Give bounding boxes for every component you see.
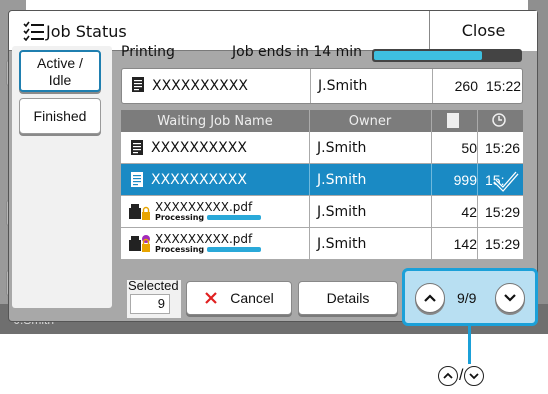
job-name-cell: XXXXXXXXX.pdf Processing xyxy=(155,228,315,259)
button-legend: / xyxy=(438,366,485,386)
printing-job-name: XXXXXXXXXX xyxy=(152,78,248,94)
job-name: XXXXXXXXXX xyxy=(151,171,247,188)
chevron-down-icon xyxy=(464,366,485,386)
column-divider xyxy=(431,132,432,163)
column-divider xyxy=(310,69,311,103)
job-owner: J.Smith xyxy=(317,171,367,188)
job-name: XXXXXXXXX.pdf xyxy=(155,200,253,214)
tab-panel: Active / Idle Finished xyxy=(12,46,112,308)
job-list-icon xyxy=(23,21,44,41)
column-divider xyxy=(477,196,478,227)
locked-pc-job-icon xyxy=(129,204,150,220)
close-icon xyxy=(205,292,217,304)
print-progress-bar xyxy=(372,49,522,62)
table-row-selected[interactable]: XXXXXXXXXX J.Smith 999 15: xyxy=(121,164,523,196)
job-time: 15:29 xyxy=(485,235,521,252)
job-pages: 142 xyxy=(453,235,477,252)
document-icon xyxy=(132,77,144,92)
page-count: 9/9 xyxy=(457,290,477,306)
column-divider xyxy=(309,110,310,132)
column-divider xyxy=(309,132,310,163)
cancel-label: Cancel xyxy=(230,290,274,306)
processing-progress xyxy=(207,215,262,220)
locked-pc-job-icon xyxy=(129,235,150,252)
selected-label: Selected xyxy=(128,278,179,293)
job-owner: J.Smith xyxy=(317,139,367,156)
legend-separator: / xyxy=(459,367,464,384)
tab-active-idle[interactable]: Active / Idle xyxy=(19,50,101,92)
job-time: 15:29 xyxy=(485,203,521,220)
cancel-button[interactable]: Cancel xyxy=(186,281,292,315)
column-divider xyxy=(431,164,432,195)
processing-progress xyxy=(207,247,262,252)
close-button[interactable]: Close xyxy=(429,11,537,51)
job-ends-text: Job ends in 14 min xyxy=(232,44,363,60)
header-owner: Owner xyxy=(348,114,392,129)
selected-count: 9 xyxy=(130,294,170,314)
processing-status: Processing xyxy=(155,245,262,254)
tab-idle-label: Idle xyxy=(48,72,72,88)
chevron-up-icon xyxy=(424,294,436,302)
column-divider xyxy=(477,228,478,259)
checkmark-icon xyxy=(493,171,519,192)
chevron-up-icon xyxy=(438,366,458,386)
details-button[interactable]: Details xyxy=(298,281,398,315)
printing-job-time: 15:22 xyxy=(486,78,522,94)
copies-icon xyxy=(443,113,463,132)
tab-active-label: Active / xyxy=(37,55,83,71)
dialog-title: Job Status xyxy=(46,22,127,41)
column-divider xyxy=(309,196,310,227)
page-up-button[interactable] xyxy=(415,283,445,313)
job-name-cell: XXXXXXXXX.pdf Processing xyxy=(155,196,315,227)
table-header: Waiting Job Name Owner xyxy=(121,110,523,132)
processing-status: Processing xyxy=(155,213,262,222)
document-icon xyxy=(131,172,143,187)
table-row[interactable]: XXXXXXXXX.pdf Processing J.Smith 42 15:2… xyxy=(121,196,523,228)
chevron-down-icon xyxy=(504,294,516,302)
job-pages: 999 xyxy=(453,171,477,188)
table-row[interactable]: XXXXXXXXXX J.Smith 50 15:26 xyxy=(121,132,523,164)
column-divider xyxy=(432,69,433,103)
processing-label: Processing xyxy=(155,213,205,222)
job-owner: J.Smith xyxy=(317,203,367,220)
column-divider xyxy=(431,228,432,259)
print-progress-fill xyxy=(374,51,482,60)
printing-job-owner: J.Smith xyxy=(318,78,368,94)
job-name: XXXXXXXXXX xyxy=(151,139,247,156)
column-divider xyxy=(477,110,478,132)
document-icon xyxy=(131,140,143,155)
printing-job-pages: 260 xyxy=(454,78,478,94)
callout-line xyxy=(468,326,471,364)
column-divider xyxy=(477,164,478,195)
job-name: XXXXXXXXX.pdf xyxy=(155,232,253,246)
job-pages: 50 xyxy=(461,139,477,156)
job-time: 15:26 xyxy=(485,139,521,156)
tab-finished[interactable]: Finished xyxy=(19,98,101,134)
column-divider xyxy=(431,196,432,227)
column-divider xyxy=(309,164,310,195)
column-divider xyxy=(309,228,310,259)
table-row[interactable]: XXXXXXXXX.pdf Processing J.Smith 142 15:… xyxy=(121,228,523,260)
waiting-jobs-table: Waiting Job Name Owner XXXXXXXXXX J.Smit… xyxy=(121,110,523,260)
printing-label: Printing xyxy=(121,44,175,60)
clock-icon xyxy=(489,113,509,131)
page-down-button[interactable] xyxy=(495,283,525,313)
processing-label: Processing xyxy=(155,245,205,254)
printing-job-row[interactable]: XXXXXXXXXX J.Smith 260 15:22 xyxy=(121,68,523,104)
job-pages: 42 xyxy=(461,203,477,220)
page-navigator: 9/9 xyxy=(402,268,538,326)
column-divider xyxy=(477,132,478,163)
column-divider xyxy=(431,110,432,132)
job-owner: J.Smith xyxy=(317,235,367,252)
header-job-name: Waiting Job Name xyxy=(157,114,273,129)
